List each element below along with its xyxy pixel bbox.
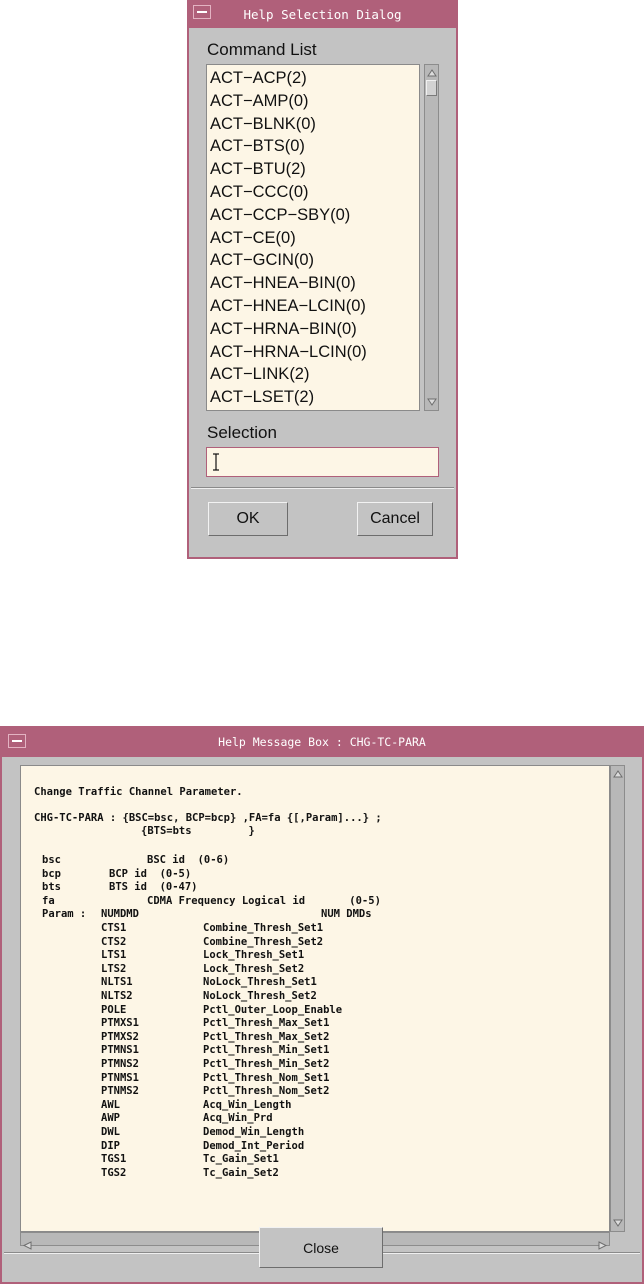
- param-description: Demod_Win_Length: [203, 1126, 305, 1138]
- param-description: NoLock_Thresh_Set2: [203, 990, 317, 1002]
- list-item[interactable]: ACT−HRNA−BIN(0): [207, 318, 419, 341]
- list-item[interactable]: ACT−HRNA−LCIN(0): [207, 341, 419, 364]
- param-description: NoLock_Thresh_Set1: [203, 976, 317, 989]
- list-item[interactable]: ACT−AMP(0): [207, 90, 419, 113]
- selection-dialog-separator: [191, 487, 454, 489]
- param-description: NUM DMDs: [321, 908, 372, 921]
- scroll-down-arrow-icon[interactable]: [425, 395, 438, 409]
- list-item[interactable]: ACT−BLNK(0): [207, 113, 419, 136]
- message-box-title: Help Message Box : CHG-TC-PARA: [218, 735, 426, 749]
- list-item[interactable]: ACT−CCC(0): [207, 181, 419, 204]
- help-description: Change Traffic Channel Parameter.: [34, 786, 243, 798]
- command-list[interactable]: ACT−ACP(2) ACT−AMP(0) ACT−BLNK(0) ACT−BTS(0…: [206, 64, 420, 411]
- command-list-label: Command List: [207, 40, 317, 59]
- list-item[interactable]: ACT−HNEA−LCIN(0): [207, 295, 419, 318]
- param-description: Acq_Win_Length: [203, 1098, 292, 1111]
- param-code: DWL: [101, 1126, 120, 1138]
- param-description: Demod_Int_Period: [203, 1139, 305, 1152]
- param-code: NLTS2: [101, 990, 133, 1002]
- argument-name: bts: [42, 881, 61, 894]
- param-description: Tc_Gain_Set2: [203, 1166, 279, 1179]
- scroll-up-arrow-icon[interactable]: [425, 66, 438, 80]
- param-description: Pctl_Thresh_Min_Set2: [203, 1058, 330, 1070]
- param-code: TGS2: [101, 1166, 127, 1179]
- argument-description: BTS id (0-47): [109, 881, 198, 894]
- param-description: Lock_Thresh_Set2: [203, 962, 305, 975]
- param-code: TGS1: [101, 1153, 127, 1166]
- list-item[interactable]: ACT−CE(0): [207, 227, 419, 250]
- command-syntax-line: {BTS=bts }: [141, 825, 255, 837]
- list-item[interactable]: ACT−LINK(2): [207, 363, 419, 386]
- param-description: Pctl_Outer_Loop_Enable: [203, 1003, 343, 1016]
- ok-button[interactable]: OK: [208, 502, 288, 536]
- list-item[interactable]: ACT−HNEA−BIN(0): [207, 272, 419, 295]
- argument-name: bcp: [42, 867, 61, 880]
- message-box-titlebar[interactable]: Help Message Box : CHG-TC-PARA: [2, 728, 642, 757]
- param-code: PTNMS2: [101, 1085, 139, 1098]
- param-description: Acq_Win_Prd: [203, 1112, 273, 1125]
- argument-name: fa: [42, 894, 55, 907]
- command-list-scroll-thumb[interactable]: [426, 80, 437, 96]
- window-menu-icon[interactable]: [8, 734, 26, 748]
- scroll-down-arrow-icon[interactable]: [611, 1216, 624, 1230]
- param-code: NLTS1: [101, 976, 133, 989]
- param-description: Pctl_Thresh_Max_Set2: [203, 1030, 330, 1043]
- param-description: Lock_Thresh_Set1: [203, 949, 305, 962]
- param-description: Pctl_Thresh_Nom_Set1: [203, 1071, 330, 1084]
- param-description: Pctl_Thresh_Nom_Set2: [203, 1085, 330, 1098]
- param-description: Combine_Thresh_Set2: [203, 935, 324, 948]
- param-code: PTMNS2: [101, 1058, 139, 1070]
- param-code: AWP: [101, 1112, 120, 1125]
- argument-description: BCP id (0-5): [109, 867, 192, 880]
- selection-dialog-title: Help Selection Dialog: [243, 7, 402, 22]
- param-description: Pctl_Thresh_Max_Set1: [203, 1017, 330, 1030]
- param-code: LTS2: [101, 962, 127, 975]
- param-description: Tc_Gain_Set1: [203, 1153, 279, 1166]
- scroll-up-arrow-icon[interactable]: [611, 767, 624, 781]
- close-button[interactable]: Close: [259, 1227, 383, 1268]
- cancel-button[interactable]: Cancel: [357, 502, 433, 536]
- selection-input[interactable]: [206, 447, 439, 477]
- help-message-text[interactable]: Change Traffic Channel Parameter. CHG-TC-…: [20, 765, 610, 1232]
- argument-description: CDMA Frequency Logical id (0-5): [147, 894, 381, 907]
- window-menu-icon[interactable]: [193, 5, 211, 19]
- list-item[interactable]: ACT−ACP(2): [207, 67, 419, 90]
- param-code: CTS1: [101, 922, 127, 934]
- argument-name: bsc: [42, 854, 61, 866]
- text-cursor-icon: [213, 453, 219, 471]
- param-description: Combine_Thresh_Set1: [203, 922, 324, 934]
- help-selection-dialog: Help Selection Dialog Command List ACT−A…: [187, 0, 458, 559]
- command-list-scrollbar[interactable]: [424, 64, 439, 411]
- list-item[interactable]: ACT−GCIN(0): [207, 249, 419, 272]
- param-code: PTNMS1: [101, 1071, 139, 1084]
- list-item[interactable]: ACT−CCP−SBY(0): [207, 204, 419, 227]
- help-message-box: Help Message Box : CHG-TC-PARA Change Tr…: [0, 726, 644, 1284]
- param-code: CTS2: [101, 935, 127, 948]
- list-item[interactable]: ACT−LSET(2): [207, 386, 419, 409]
- list-item[interactable]: ACT−BTU(2): [207, 158, 419, 181]
- param-code: DIP: [101, 1139, 120, 1152]
- param-code: PTMNS1: [101, 1044, 139, 1057]
- param-description: Pctl_Thresh_Min_Set1: [203, 1044, 330, 1057]
- argument-description: BSC id (0-6): [147, 854, 230, 866]
- param-label: Param :: [42, 908, 87, 921]
- command-syntax-line: CHG-TC-PARA : {BSC=bsc, BCP=bcp} ,FA=fa …: [34, 812, 382, 824]
- param-code: POLE: [101, 1003, 127, 1016]
- list-item[interactable]: ACT−BTS(0): [207, 135, 419, 158]
- param-code: AWL: [101, 1098, 120, 1111]
- param-code: PTMXS1: [101, 1017, 139, 1030]
- selection-dialog-titlebar[interactable]: Help Selection Dialog: [189, 2, 456, 28]
- message-vertical-scrollbar[interactable]: [610, 765, 625, 1232]
- param-code: LTS1: [101, 949, 127, 962]
- selection-label: Selection: [207, 423, 277, 442]
- param-code: PTMXS2: [101, 1030, 139, 1043]
- param-code: NUMDMD: [101, 908, 139, 921]
